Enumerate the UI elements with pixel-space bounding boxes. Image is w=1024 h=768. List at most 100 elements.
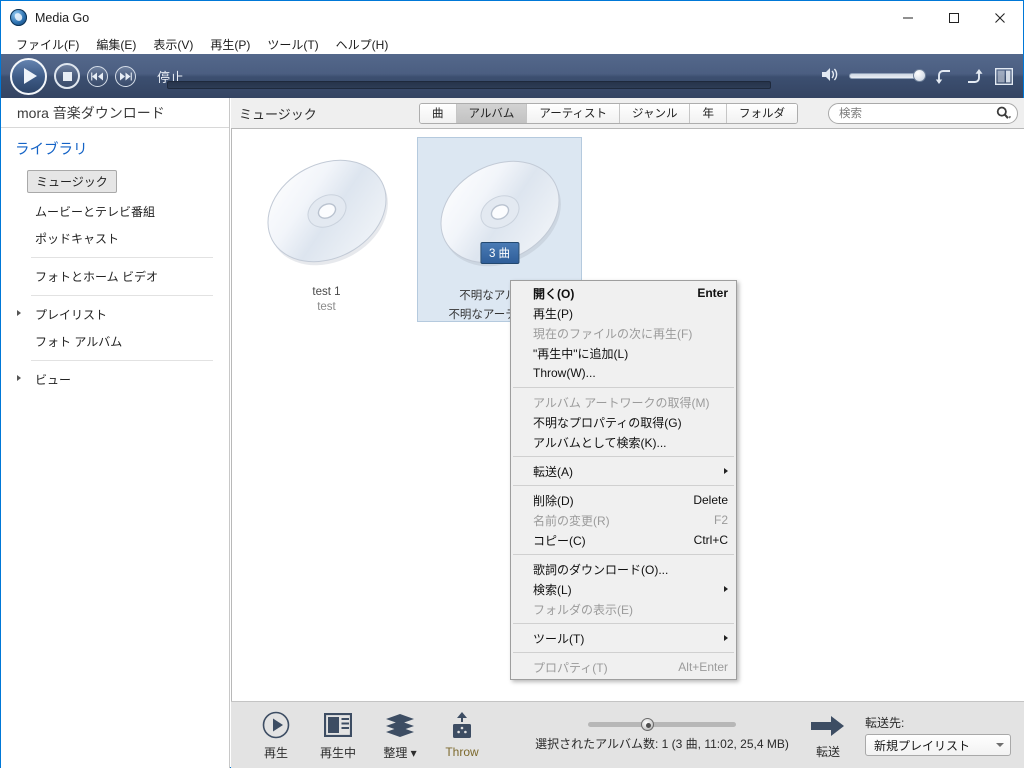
- mora-download-link[interactable]: mora 音楽ダウンロード: [1, 98, 229, 128]
- tab-folders[interactable]: フォルダ: [726, 103, 797, 123]
- sidebar-item-podcasts[interactable]: ポッドキャスト: [1, 225, 229, 252]
- context-menu-item-label: プロパティ(T): [533, 660, 608, 675]
- context-menu-item-search[interactable]: 検索(L): [511, 579, 736, 599]
- transfer-button-label: 転送: [815, 744, 840, 759]
- chevron-down-icon[interactable]: [996, 743, 1004, 747]
- context-menu-item-accel: Ctrl+C: [693, 533, 728, 547]
- play-circle-icon: [262, 710, 290, 740]
- album-tile[interactable]: test 1 test: [244, 137, 409, 322]
- previous-track-icon[interactable]: [87, 65, 108, 87]
- next-track-icon[interactable]: [115, 65, 136, 87]
- context-menu-item-show-folder: フォルダの表示(E): [511, 599, 736, 619]
- context-menu-item-open[interactable]: 開く(O) Enter: [511, 283, 736, 303]
- tab-songs[interactable]: 曲: [420, 103, 457, 123]
- context-menu-item-search-as-album[interactable]: アルバムとして検索(K)...: [511, 432, 736, 452]
- seek-slider[interactable]: [167, 81, 771, 89]
- bottom-button-organize[interactable]: 整理 ▾: [369, 704, 431, 766]
- volume-knob[interactable]: [913, 69, 926, 82]
- context-menu-separator: [513, 554, 734, 555]
- sidebar-item-movies-tv[interactable]: ムービーとテレビ番組: [1, 198, 229, 225]
- menu-tools[interactable]: ツール(T): [260, 34, 325, 55]
- bottom-button-throw[interactable]: Throw: [431, 704, 493, 766]
- context-menu-item-label: 転送(A): [533, 464, 573, 479]
- context-menu-item-accel: Delete: [693, 493, 728, 507]
- transfer-area: 転送 転送先: 新規プレイリスト: [801, 711, 1024, 760]
- shuffle-icon[interactable]: [965, 68, 984, 85]
- menu-help[interactable]: ヘルプ(H): [329, 34, 396, 55]
- context-menu-item-label: "再生中"に追加(L): [533, 346, 629, 361]
- context-menu-item-copy[interactable]: コピー(C) Ctrl+C: [511, 530, 736, 550]
- sidebar-item-playlists[interactable]: プレイリスト: [1, 301, 229, 328]
- context-menu-item-throw[interactable]: Throw(W)...: [511, 363, 736, 383]
- sidebar-divider: [31, 295, 213, 296]
- context-menu-item-add-to-now-playing[interactable]: "再生中"に追加(L): [511, 343, 736, 363]
- context-menu-item-label: アルバム アートワークの取得(M): [533, 395, 710, 410]
- now-playing-icon: [324, 710, 352, 740]
- volume-icon[interactable]: [821, 67, 838, 85]
- menu-file[interactable]: ファイル(F): [9, 34, 86, 55]
- menu-view[interactable]: 表示(V): [146, 34, 200, 55]
- context-menu-item-label: ツール(T): [533, 631, 585, 646]
- sidebar-item-photo-albums[interactable]: フォト アルバム: [1, 328, 229, 355]
- library-heading[interactable]: ライブラリ: [15, 138, 229, 159]
- search-box[interactable]: 検索: [828, 102, 1018, 124]
- album-title: test 1: [312, 286, 341, 298]
- sidebar-item-photos-home-video[interactable]: フォトとホーム ビデオ: [1, 263, 229, 290]
- thumbnail-size-slider[interactable]: [588, 717, 736, 731]
- tab-genres[interactable]: ジャンル: [620, 103, 691, 123]
- menu-edit[interactable]: 編集(E): [89, 34, 143, 55]
- maximize-icon[interactable]: [931, 1, 977, 34]
- menu-bar: ファイル(F) 編集(E) 表示(V) 再生(P) ツール(T) ヘルプ(H): [1, 34, 1023, 54]
- minimize-icon[interactable]: [885, 1, 931, 34]
- album-artist: test: [317, 301, 336, 313]
- search-icon[interactable]: [996, 106, 1011, 120]
- play-icon[interactable]: [10, 57, 47, 95]
- bottom-toolbar: 再生 再生中 整理 ▾ Throw 選択されたアルバム数: 1 (3 曲, 11…: [231, 701, 1024, 768]
- menu-play[interactable]: 再生(P): [203, 34, 257, 55]
- context-menu-separator: [513, 387, 734, 388]
- transfer-button[interactable]: 転送: [801, 711, 855, 760]
- organize-icon: [385, 710, 415, 740]
- stop-icon[interactable]: [54, 63, 80, 89]
- context-menu-item-play[interactable]: 再生(P): [511, 303, 736, 323]
- tab-artists[interactable]: アーティスト: [527, 103, 621, 123]
- context-menu-item-label: 現在のファイルの次に再生(F): [533, 326, 693, 341]
- tab-years[interactable]: 年: [690, 103, 727, 123]
- tab-albums[interactable]: アルバム: [456, 103, 528, 123]
- context-menu-item-delete[interactable]: 削除(D) Delete: [511, 490, 736, 510]
- bottom-button-label: 再生中: [319, 745, 356, 760]
- window-title: Media Go: [35, 10, 90, 25]
- transfer-destination-select[interactable]: 新規プレイリスト: [865, 734, 1011, 756]
- context-menu-item-tools[interactable]: ツール(T): [511, 628, 736, 648]
- volume-slider[interactable]: [849, 69, 926, 83]
- sidebar-item-music[interactable]: ミュージック: [1, 165, 229, 198]
- status-area: 選択されたアルバム数: 1 (3 曲, 11:02, 25,4 MB): [493, 717, 801, 752]
- context-menu-item-accel: F2: [713, 513, 728, 527]
- context-menu-item-download-lyrics[interactable]: 歌詞のダウンロード(O)...: [511, 559, 736, 579]
- transfer-arrow-icon: [811, 711, 845, 741]
- page-title: ミュージック: [239, 106, 317, 122]
- bottom-button-label: Throw: [445, 745, 479, 759]
- track-count-badge: 3 曲: [479, 242, 520, 264]
- search-input[interactable]: 検索: [839, 105, 862, 121]
- context-menu-item-transfer[interactable]: 転送(A): [511, 461, 736, 481]
- submenu-arrow-icon: [724, 586, 728, 592]
- context-menu-item-get-unknown-properties[interactable]: 不明なプロパティの取得(G): [511, 412, 736, 432]
- context-menu-item-accel: Alt+Enter: [678, 660, 728, 674]
- content-header: ミュージック 曲 アルバム アーティスト ジャンル 年 フォルダ 検索: [231, 98, 1024, 128]
- context-menu-item-label: 不明なプロパティの取得(G): [533, 415, 682, 430]
- window-controls: [885, 1, 1023, 34]
- sidebar-item-views[interactable]: ビュー: [1, 366, 229, 393]
- sidebar-divider: [31, 360, 213, 361]
- bottom-button-now-playing[interactable]: 再生中: [307, 704, 369, 766]
- context-menu-item-label: 削除(D): [533, 493, 574, 508]
- thumbnail-size-knob[interactable]: [641, 717, 655, 731]
- context-menu-item-accel: Enter: [697, 286, 728, 300]
- close-icon[interactable]: [977, 1, 1023, 34]
- visualizer-icon[interactable]: [995, 67, 1013, 85]
- title-bar: Media Go: [1, 1, 1023, 34]
- repeat-icon[interactable]: [935, 68, 954, 85]
- transfer-destination-group: 転送先: 新規プレイリスト: [865, 714, 1011, 756]
- context-menu-item-label: 検索(L): [533, 582, 572, 597]
- bottom-button-play[interactable]: 再生: [245, 704, 307, 766]
